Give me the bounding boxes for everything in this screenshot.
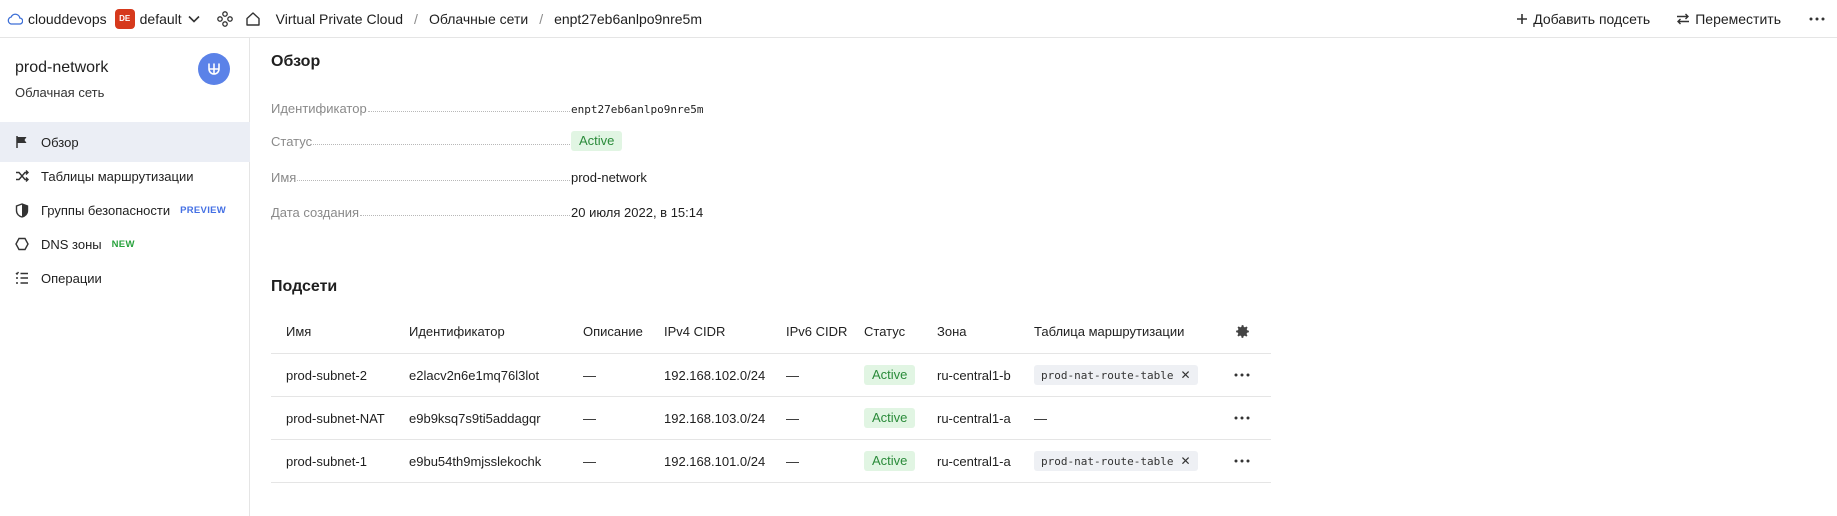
column-header[interactable]: Имя [286,324,311,339]
property-name: Имя prod-network [271,165,871,185]
services-icon[interactable] [214,8,236,30]
breadcrumb-service[interactable]: Virtual Private Cloud [276,11,403,27]
property-created: Дата создания 20 июля 2022, в 15:14 [271,200,871,220]
subnet-description: — [583,453,596,469]
status-badge: Active [571,131,623,151]
subnet-description: — [583,410,596,426]
overview-heading: Обзор [271,53,321,70]
sidebar-item-label: Группы безопасности [41,202,171,218]
column-header[interactable]: Описание [583,324,643,339]
table-row[interactable]: prod-subnet-NAT e9b9ksq7s9ti5addagqr — 1… [271,397,1271,440]
route-table-name[interactable]: prod-nat-route-table [1041,455,1173,468]
created-date-value: 20 июля 2022, в 15:14 [571,205,704,220]
column-header[interactable]: IPv6 CIDR [786,324,847,339]
sidebar-item-label: Операции [41,270,102,286]
column-header[interactable]: Зона [937,324,967,339]
subnets-table: Имя Идентификатор Описание IPv4 CIDR IPv… [271,310,1271,483]
list-icon [14,270,30,286]
top-bar: clouddevops DE default Virtual Private C… [0,0,1837,38]
close-icon[interactable]: ✕ [1180,368,1190,382]
property-key: Имя [271,170,297,185]
subnet-description: — [583,367,596,383]
network-id-value: enpt27eb6anlpo9nre5m [571,103,704,116]
subnet-id: e9bu54th9mjsslekochk [409,453,542,469]
route-table-chip[interactable]: prod-nat-route-table ✕ [1034,365,1198,385]
sidebar-item-label: Таблицы маршрутизации [41,168,194,184]
subnet-ipv4: 192.168.101.0/24 [664,453,766,469]
subnet-zone: ru-central1-b [937,367,1011,383]
breadcrumb-separator: / [414,10,418,27]
shield-icon [14,202,30,218]
route-table-empty: — [1034,410,1047,426]
row-more-icon[interactable] [1232,451,1252,471]
sidebar-item-operations[interactable]: Операции [0,258,250,298]
property-id: Идентификатор enpt27eb6anlpo9nre5m [271,96,871,116]
property-key: Дата создания [271,205,360,220]
subnet-ipv6: — [786,367,799,383]
subnet-zone: ru-central1-a [937,410,1011,426]
subnet-ipv6: — [786,410,799,426]
network-name-value: prod-network [571,170,647,185]
plus-icon [1517,14,1528,24]
subnet-name[interactable]: prod-subnet-1 [286,454,367,469]
move-button[interactable]: Переместить [1676,11,1781,27]
column-header[interactable]: IPv4 CIDR [664,324,725,339]
subnet-name[interactable]: prod-subnet-NAT [286,411,385,426]
more-icon[interactable] [1807,17,1827,21]
sidebar-item-label: Обзор [41,134,79,150]
add-subnet-button[interactable]: Добавить подсеть [1516,11,1650,27]
table-row[interactable]: prod-subnet-2 e2lacv2n6e1mq76l3lot — 192… [271,354,1271,397]
column-header[interactable]: Статус [864,324,905,339]
subnet-name[interactable]: prod-subnet-2 [286,368,367,383]
breadcrumb-networks[interactable]: Облачные сети [429,11,528,27]
subnet-ipv4: 192.168.103.0/24 [664,410,766,426]
breadcrumb: Virtual Private Cloud / Облачные сети / … [276,11,702,27]
column-header[interactable]: Таблица маршрутизации [1034,324,1184,339]
breadcrumb-current: enpt27eb6anlpo9nre5m [554,10,702,27]
org-name[interactable]: clouddevops [28,11,107,27]
swap-icon [1677,13,1690,25]
folder-selector[interactable]: default [140,11,182,27]
close-icon[interactable]: ✕ [1180,454,1190,468]
subnets-heading: Подсети [271,278,338,295]
sidebar-header: prod-network Облачная сеть [0,38,249,122]
status-badge: Active [864,365,916,385]
move-label: Переместить [1695,11,1781,27]
folder-badge: DE [114,8,135,29]
subnet-ipv4: 192.168.102.0/24 [664,367,766,383]
table-header: Имя Идентификатор Описание IPv4 CIDR IPv… [271,310,1271,354]
sidebar: prod-network Облачная сеть Обзор Таблицы… [0,38,250,516]
shuffle-icon [14,168,30,184]
hexagon-icon [14,236,30,252]
preview-tag: PREVIEW [180,204,227,216]
sidebar-item-label: DNS зоны [41,236,102,252]
home-icon[interactable] [242,8,264,30]
route-table-name[interactable]: prod-nat-route-table [1041,369,1173,382]
column-header[interactable]: Идентификатор [409,324,505,339]
cloud-icon [6,10,24,28]
network-subtitle: Облачная сеть [15,85,105,100]
chevron-down-icon[interactable] [188,15,200,23]
property-key: Статус [271,134,313,149]
subnet-ipv6: — [786,453,799,469]
new-tag: NEW [111,238,135,250]
gear-icon[interactable] [1232,322,1252,342]
subnet-id: e2lacv2n6e1mq76l3lot [409,367,540,383]
property-key: Идентификатор [271,101,367,116]
subnet-id: e9b9ksq7s9ti5addagqr [409,410,541,426]
subnet-zone: ru-central1-a [937,453,1011,469]
status-badge: Active [864,451,916,471]
breadcrumb-separator: / [539,10,544,27]
table-row[interactable]: prod-subnet-1 e9bu54th9mjsslekochk — 192… [271,440,1271,483]
row-more-icon[interactable] [1232,408,1252,428]
flag-icon [14,134,30,150]
add-subnet-label: Добавить подсеть [1533,11,1651,27]
row-more-icon[interactable] [1232,365,1252,385]
main-content: Обзор Идентификатор enpt27eb6anlpo9nre5m… [271,38,1821,516]
property-status: Статус Active [271,131,871,151]
vpc-service-icon [198,53,230,85]
network-title: prod-network [15,59,109,76]
status-badge: Active [864,408,916,428]
route-table-chip[interactable]: prod-nat-route-table ✕ [1034,451,1198,471]
